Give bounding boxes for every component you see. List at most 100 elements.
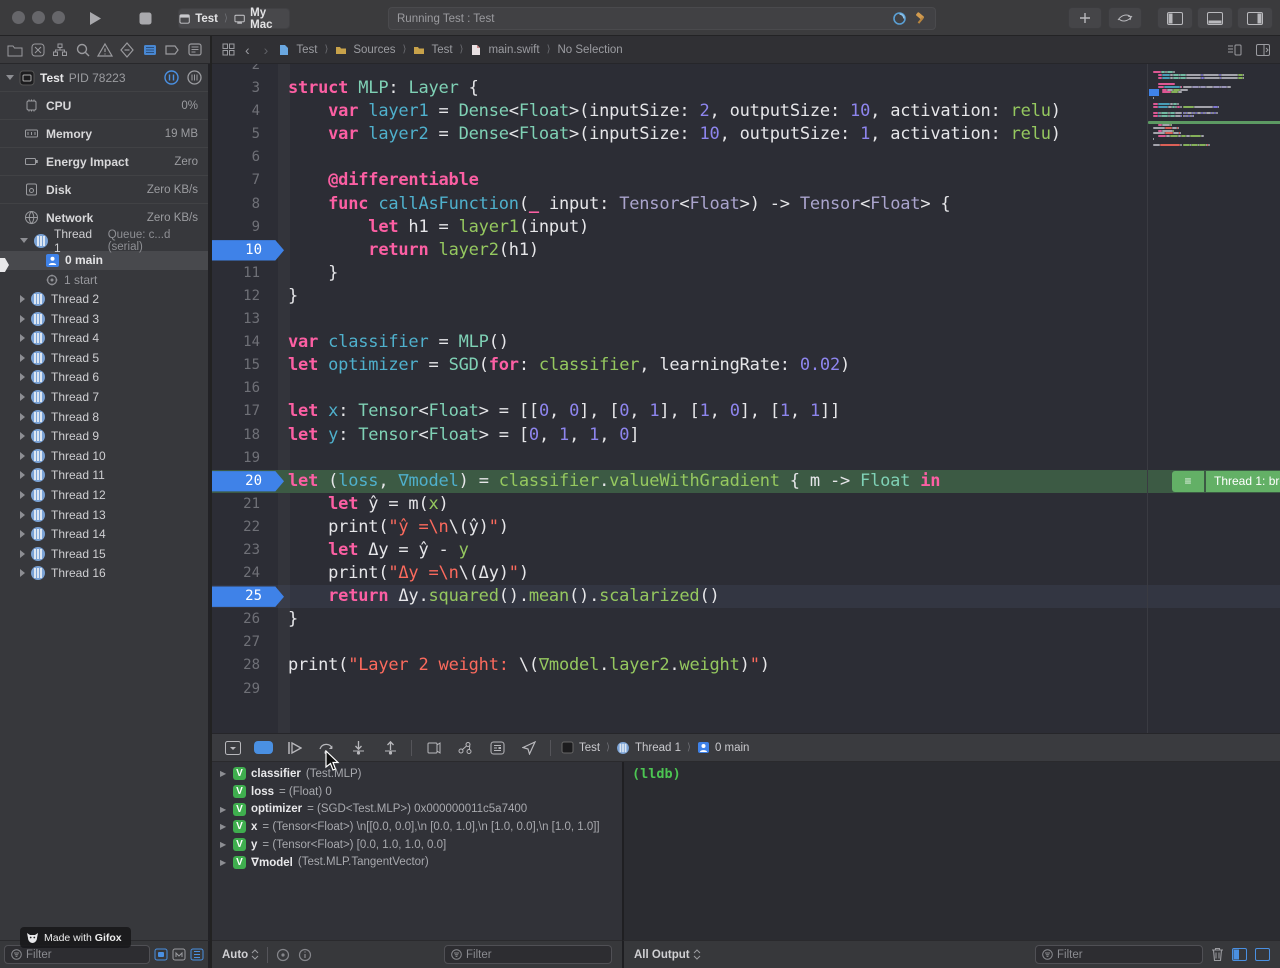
breakpoint-badge[interactable]: 25 (212, 585, 284, 608)
editor-options-icon[interactable] (1256, 44, 1270, 56)
source-editor[interactable]: 23struct MLP: Layer {4 var layer1 = Dens… (212, 64, 1280, 733)
filter-breakpoints-icon[interactable] (154, 948, 168, 961)
navigator-tab-test[interactable] (119, 42, 135, 58)
navigator-tab-project[interactable] (7, 42, 23, 58)
navigator-tab-symbol[interactable] (52, 42, 68, 58)
thread-row[interactable]: Thread 15 (0, 544, 208, 564)
library-button[interactable] (1068, 7, 1102, 29)
thread-row[interactable]: Thread 6 (0, 368, 208, 388)
code-line[interactable]: 10 return layer2(h1) (212, 239, 1280, 262)
code-line[interactable]: 15let optimizer = SGD(for: classifier, l… (212, 354, 1280, 377)
close-window-icon[interactable] (12, 11, 25, 24)
variables-scope-dropdown[interactable]: Auto (222, 949, 259, 961)
code-line[interactable]: 20let (loss, ∇model) = classifier.valueW… (212, 470, 1280, 493)
disclosure-triangle-icon[interactable] (6, 75, 14, 80)
thread-row[interactable]: Thread 3 (0, 309, 208, 329)
disclosure-triangle-icon[interactable]: ▶ (220, 858, 228, 867)
process-row[interactable]: Test PID 78223 (0, 64, 208, 91)
code-line[interactable]: 27 (212, 631, 1280, 654)
code-line[interactable]: 13 (212, 308, 1280, 331)
minimize-window-icon[interactable] (32, 11, 45, 24)
zoom-window-icon[interactable] (52, 11, 65, 24)
navigator-tab-debug[interactable] (142, 42, 158, 58)
back-button[interactable]: ‹ (241, 42, 254, 58)
breakpoints-toggle-button[interactable] (254, 741, 273, 754)
debug-jump-frame[interactable]: 0 main (715, 742, 750, 754)
info-icon[interactable] (298, 948, 312, 962)
variable-row[interactable]: ▶Voptimizer= (SGD<Test.MLP>) 0x000000011… (212, 800, 622, 818)
console-output-dropdown[interactable]: All Output (634, 949, 701, 961)
gauge-row-memory[interactable]: Memory19 MB (0, 119, 208, 147)
filter-running-icon[interactable] (190, 948, 204, 961)
breakpoint-badge[interactable]: 10 (212, 239, 284, 262)
code-line[interactable]: 24 print("Δy =\n\(Δy)") (212, 562, 1280, 585)
show-console-view-icon[interactable] (1255, 948, 1270, 961)
code-line[interactable]: 8 func callAsFunction(_ input: Tensor<Fl… (212, 193, 1280, 216)
thread-row[interactable]: Thread 10 (0, 446, 208, 466)
stack-frame-row[interactable]: 1 start (0, 270, 208, 289)
thread-row[interactable]: Thread 13 (0, 505, 208, 525)
code-line[interactable]: 2 (212, 64, 1280, 77)
breadcrumb-sources[interactable]: Sources (353, 44, 395, 56)
variable-row[interactable]: ▶V∇model(Test.MLP.TangentVector) (212, 853, 622, 871)
code-line[interactable]: 21 let ŷ = m(x) (212, 493, 1280, 516)
thread-row[interactable]: Thread 16 (0, 564, 208, 584)
filter-crashed-icon[interactable] (172, 948, 186, 961)
code-line[interactable]: 11 } (212, 262, 1280, 285)
gauge-row-cpu[interactable]: CPU0% (0, 91, 208, 119)
scheme-selector[interactable]: Test ⟩ My Mac (178, 8, 290, 29)
navigator-tab-report[interactable] (187, 42, 203, 58)
variables-filter-field[interactable]: Filter (444, 945, 612, 964)
thread-row[interactable]: Thread 5 (0, 348, 208, 368)
code-line[interactable]: 28print("Layer 2 weight: \(∇model.layer2… (212, 654, 1280, 677)
variable-row[interactable]: Vloss= (Float) 0 (212, 783, 622, 801)
code-line[interactable]: 29 (212, 678, 1280, 701)
hide-debug-area-button[interactable] (222, 739, 244, 757)
code-line[interactable]: 12} (212, 285, 1280, 308)
quicklook-icon[interactable] (276, 948, 290, 962)
disclosure-triangle-icon[interactable]: ▶ (220, 805, 228, 814)
editor-mode-button[interactable] (1108, 7, 1142, 29)
gauge-row-network[interactable]: NetworkZero KB/s (0, 203, 208, 231)
code-line[interactable]: 9 let h1 = layer1(input) (212, 216, 1280, 239)
debug-view-hierarchy-button[interactable] (422, 739, 444, 757)
debug-memory-graph-button[interactable] (454, 739, 476, 757)
code-line[interactable]: 22 print("ŷ =\n\(ŷ)") (212, 516, 1280, 539)
thread-row[interactable]: Thread 9 (0, 426, 208, 446)
code-line[interactable]: 26} (212, 608, 1280, 631)
stack-frame-row[interactable]: 0 main (0, 251, 208, 270)
clear-console-trash-icon[interactable] (1211, 947, 1224, 962)
code-line[interactable]: 17let x: Tensor<Float> = [[0, 0], [0, 1]… (212, 400, 1280, 423)
debug-jump-process[interactable]: Test (579, 742, 600, 754)
environment-overrides-button[interactable] (486, 739, 508, 757)
code-line[interactable]: 19 (212, 447, 1280, 470)
related-items-icon[interactable] (222, 43, 235, 56)
view-process-gauge-icon[interactable] (187, 70, 202, 85)
variables-view[interactable]: ▶Vclassifier(Test.MLP)Vloss= (Float) 0▶V… (212, 762, 622, 940)
forward-button[interactable]: › (260, 42, 273, 58)
thread-row[interactable]: Thread 11 (0, 466, 208, 486)
gauge-row-disk[interactable]: DiskZero KB/s (0, 175, 208, 203)
thread-row[interactable]: Thread 8 (0, 407, 208, 427)
stop-button[interactable] (132, 8, 158, 29)
variable-row[interactable]: ▶Vclassifier(Test.MLP) (212, 765, 622, 783)
toggle-debug-area-button[interactable] (1197, 7, 1233, 29)
console-filter-field[interactable]: Filter (1035, 945, 1203, 964)
pause-process-icon[interactable] (164, 70, 179, 85)
code-line[interactable]: 18let y: Tensor<Float> = [0, 1, 1, 0] (212, 424, 1280, 447)
step-into-button[interactable] (347, 739, 369, 757)
gauge-row-energy-impact[interactable]: Energy ImpactZero (0, 147, 208, 175)
code-line[interactable]: 4 var layer1 = Dense<Float>(inputSize: 2… (212, 100, 1280, 123)
breadcrumb-target[interactable]: Test (431, 44, 452, 56)
navigator-tab-breakpoint[interactable] (164, 42, 180, 58)
console-view[interactable]: (lldb) (622, 762, 1280, 940)
toggle-navigator-button[interactable] (1157, 7, 1193, 29)
run-button[interactable] (82, 8, 108, 29)
navigator-tab-source-control[interactable] (30, 42, 46, 58)
disclosure-triangle-icon[interactable]: ▶ (220, 769, 228, 778)
variable-row[interactable]: ▶Vy= (Tensor<Float>) [0.0, 1.0, 1.0, 0.0… (212, 836, 622, 854)
code-line[interactable]: 6 (212, 146, 1280, 169)
continue-button[interactable] (283, 739, 305, 757)
thread-row[interactable]: Thread 4 (0, 328, 208, 348)
thread-row[interactable]: Thread 7 (0, 387, 208, 407)
